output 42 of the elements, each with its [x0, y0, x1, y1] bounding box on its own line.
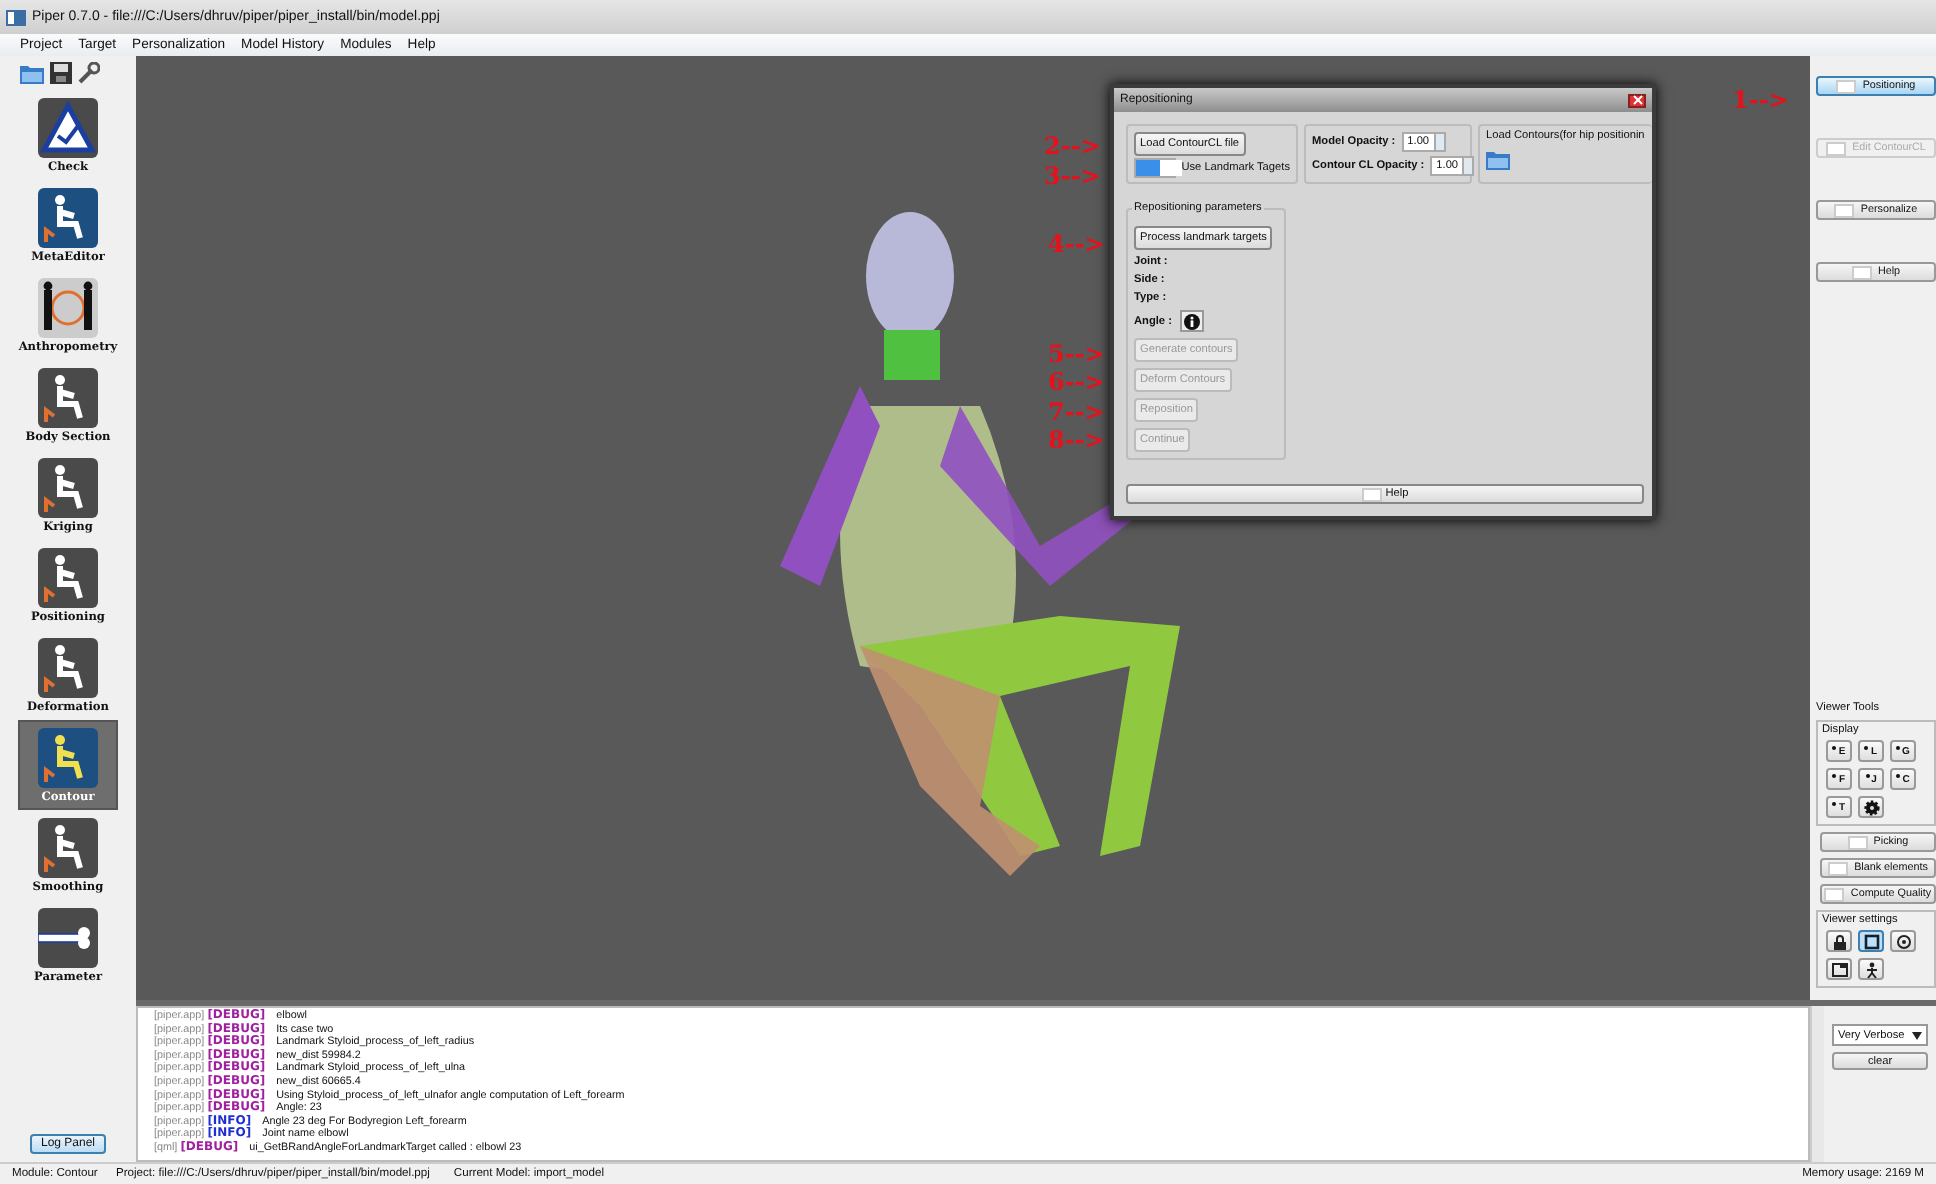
scroll-bar[interactable]	[1810, 1006, 1824, 1162]
app-icon	[6, 9, 26, 25]
seated-figure-icon	[38, 547, 98, 607]
window-button[interactable]	[1826, 958, 1852, 980]
step-annotation: 6-->	[1048, 370, 1105, 394]
lock-icon	[1831, 933, 1847, 949]
seated-figure-icon	[38, 817, 98, 877]
seated-figure-icon	[38, 187, 98, 247]
figure-button[interactable]	[1858, 958, 1884, 980]
two-figures-icon	[38, 277, 98, 337]
close-icon	[1631, 94, 1643, 106]
close-button[interactable]	[1628, 93, 1646, 107]
step-annotation: 3-->	[1044, 164, 1101, 188]
wrench-icon[interactable]	[78, 62, 100, 84]
seated-figure-icon	[38, 727, 98, 787]
gear-icon	[1863, 799, 1879, 815]
step-annotation: 5-->	[1048, 342, 1105, 366]
step-annotation: 2-->	[1044, 134, 1101, 158]
frame-button[interactable]	[1858, 930, 1884, 952]
step-annotation: 7-->	[1048, 400, 1105, 424]
reset-view-button[interactable]	[1890, 930, 1916, 952]
lock-button[interactable]	[1826, 930, 1852, 952]
step-annotation: 4-->	[1048, 232, 1105, 256]
person-icon	[1863, 961, 1879, 977]
window-icon	[1831, 961, 1847, 977]
open-folder-icon[interactable]	[20, 62, 44, 84]
seated-figure-icon	[38, 457, 98, 517]
seated-figure-icon	[38, 637, 98, 697]
step-annotation: 1-->	[1732, 88, 1789, 112]
open-folder-icon[interactable]	[1486, 148, 1510, 170]
info-icon	[1183, 313, 1200, 329]
3d-viewport[interactable]	[136, 56, 1810, 1000]
dropdown-arrow-icon	[1912, 1031, 1922, 1039]
triangle-check-icon	[38, 97, 98, 157]
toggle-switch[interactable]	[1134, 157, 1176, 177]
bone-icon	[38, 907, 98, 967]
square-icon	[1863, 933, 1879, 949]
info-button[interactable]	[1179, 310, 1204, 332]
step-annotation: 8-->	[1048, 428, 1105, 452]
settings-button[interactable]	[1858, 796, 1884, 818]
seated-figure-icon	[38, 367, 98, 427]
save-icon[interactable]	[50, 62, 72, 84]
